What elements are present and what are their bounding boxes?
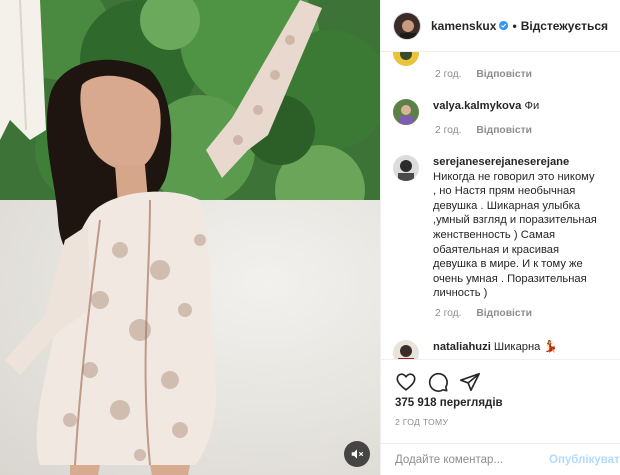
commenter-avatar[interactable] [393, 155, 419, 181]
comment-item: serejaneserejaneserejane Никогда не гово… [393, 155, 615, 301]
author-username[interactable]: kamenskux [431, 19, 496, 33]
comment-line: , но Настя прям необычная [433, 185, 576, 198]
separator-dot: • [512, 18, 517, 33]
avatar-image [393, 52, 419, 66]
verified-icon [499, 20, 509, 31]
comment-input[interactable] [395, 453, 549, 466]
comment-time: 2 год. [435, 308, 462, 319]
author-avatar[interactable] [393, 11, 421, 40]
comment-line: Никогда не говорил это никому [433, 170, 595, 183]
comments-list: 2 год. Відповісти valya.kalmykova Фи 2 г… [381, 52, 620, 359]
view-count[interactable]: 375 918 переглядів [395, 397, 503, 409]
side-panel: kamenskux • Відстежується 2 год. Відпові… [380, 0, 620, 475]
comment-icon[interactable] [427, 371, 449, 393]
comment-item: valya.kalmykova Фи [393, 99, 615, 125]
avatar-image [394, 12, 420, 39]
comment-username[interactable]: valya.kalmykova [433, 100, 521, 112]
commenter-avatar[interactable] [393, 52, 419, 66]
add-comment-bar: Опублікувати [381, 443, 620, 475]
comment-meta: 2 год. Відповісти [435, 69, 544, 80]
avatar-image [393, 340, 419, 359]
comment-text: Фи [524, 100, 540, 112]
reply-button[interactable]: Відповісти [476, 69, 532, 80]
comment-line: очень умная . Поразительная [433, 272, 587, 285]
comment-line: женственность ) Самая [433, 228, 556, 241]
comment-meta: 2 год. Відповісти [435, 308, 544, 319]
comment-item: nataliahuzi Шикарна 💃 [393, 340, 615, 359]
avatar-image [393, 99, 419, 125]
reply-button[interactable]: Відповісти [476, 125, 532, 136]
comment-line: девушка в мире. И к тому же [433, 258, 583, 271]
comment-line: девушка . Шикарная улыбка [433, 199, 581, 212]
comment-time: 2 год. [435, 69, 462, 80]
heart-icon[interactable] [395, 371, 417, 393]
mute-icon [351, 449, 364, 459]
comment-line: обаятельная и красивая [433, 243, 560, 256]
comment-username[interactable]: nataliahuzi [433, 341, 491, 353]
commenter-avatar[interactable] [393, 340, 419, 359]
woman-in-dress [5, 0, 322, 475]
commenter-avatar[interactable] [393, 99, 419, 125]
post-view: kamenskux • Відстежується 2 год. Відпові… [0, 0, 620, 475]
post-header: kamenskux • Відстежується [381, 0, 620, 52]
comment-meta: 2 год. Відповісти [435, 125, 544, 136]
comment-text: Никогда не говорил это никому , но Настя… [433, 170, 597, 301]
comment-time: 2 год. [435, 125, 462, 136]
comment-item [393, 52, 615, 66]
avatar-image [393, 155, 419, 181]
comment-username[interactable]: serejaneserejaneserejane [433, 155, 597, 170]
publish-button[interactable]: Опублікувати [549, 454, 620, 466]
post-video[interactable] [0, 0, 380, 475]
comment-line: ,умный взгляд и поразительная [433, 214, 597, 227]
reply-button[interactable]: Відповісти [476, 308, 532, 319]
mute-button[interactable] [344, 441, 370, 467]
share-icon[interactable] [459, 371, 481, 393]
comment-text: Шикарна 💃 [493, 341, 558, 353]
following-button[interactable]: Відстежується [521, 19, 608, 33]
comment-line: личность ) [433, 287, 488, 300]
post-time: 2 ГОД ТОМУ [395, 417, 449, 427]
